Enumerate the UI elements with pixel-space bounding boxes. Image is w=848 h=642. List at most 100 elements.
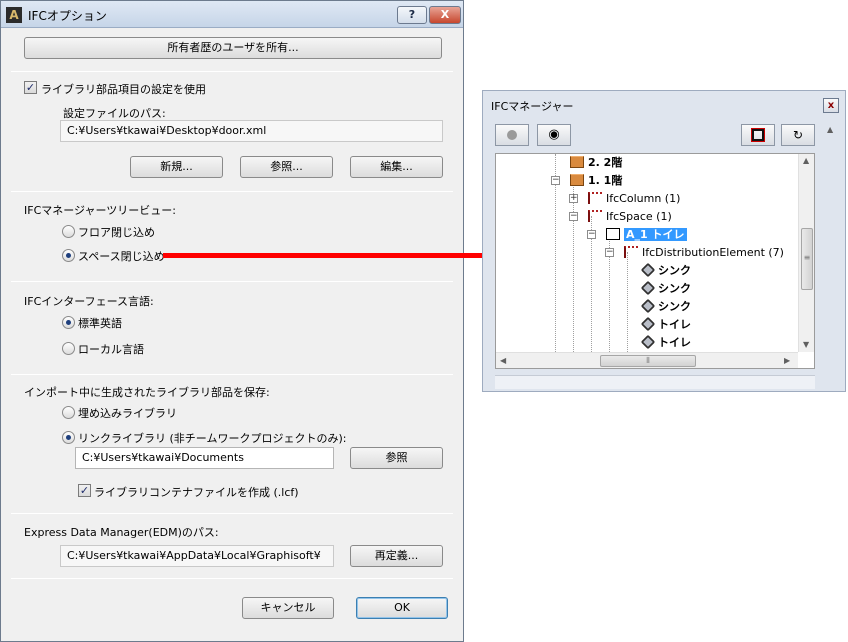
space-containment-radio[interactable] [62, 249, 75, 262]
object-icon [640, 334, 656, 350]
tree-node-sink[interactable]: シンク [640, 298, 691, 316]
divider [11, 513, 453, 514]
library-settings-checkbox[interactable]: ✓ [24, 81, 37, 94]
vertical-scrollbar[interactable]: ▲ ≡ ▼ [798, 154, 814, 352]
tree-node-toilet[interactable]: トイレ [640, 316, 691, 334]
container-file-checkbox[interactable]: ✓ [78, 484, 91, 497]
tree-node-label: トイレ [658, 336, 691, 349]
edm-path-field[interactable]: C:¥Users¥tkawai¥AppData¥Local¥Graphisoft… [60, 545, 334, 567]
selection-frame-icon [752, 129, 764, 141]
eye-icon: ◉ [548, 127, 560, 142]
collapse-icon[interactable]: − [551, 176, 560, 185]
zone-icon [606, 228, 620, 240]
object-icon [640, 262, 656, 278]
select-elements-button[interactable] [741, 124, 775, 146]
embedded-library-radio[interactable] [62, 406, 75, 419]
tree-node-ifcdistribution[interactable]: IfcDistributionElement (7) [624, 244, 784, 262]
scroll-left-icon[interactable]: ◀ [500, 356, 506, 365]
refresh-button[interactable]: ↻ [781, 124, 815, 146]
tree-node-space-a1[interactable]: A_1 トイレ [606, 226, 687, 244]
title-bar[interactable]: A IFCオプション ? X [1, 1, 463, 28]
divider [11, 71, 453, 72]
redefine-button[interactable]: 再定義... [350, 545, 443, 567]
object-icon [640, 280, 656, 296]
scroll-up-icon[interactable]: ▲ [803, 156, 809, 165]
tree-node-label: トイレ [658, 318, 691, 331]
panel-scroll-up-icon[interactable]: ▲ [827, 125, 833, 134]
story-icon [570, 174, 584, 186]
tree-node-label: 2. 2階 [588, 156, 623, 169]
edit-button[interactable]: 編集... [350, 156, 443, 178]
library-settings-label: ライブラリ部品項目の設定を使用 [41, 83, 206, 96]
tree-node-ifccolumn[interactable]: IfcColumn (1) [588, 190, 680, 208]
owner-history-button[interactable]: 所有者歴のユーザを所有... [24, 37, 442, 59]
tree-node-ifcspace[interactable]: IfcSpace (1) [588, 208, 672, 226]
new-button[interactable]: 新規... [130, 156, 223, 178]
circle-icon [507, 130, 517, 140]
story-icon [570, 156, 584, 168]
view-button[interactable]: ◉ [537, 124, 571, 146]
tree-node-floor-2[interactable]: 2. 2階 [570, 154, 622, 172]
tree-node-label: シンク [658, 282, 691, 295]
tree-node-label: 1. 1階 [588, 174, 623, 187]
standard-english-radio[interactable] [62, 316, 75, 329]
cancel-button[interactable]: キャンセル [242, 597, 334, 619]
tree-view-label: IFCマネージャーツリービュー: [24, 204, 176, 217]
settings-path-label: 設定ファイルのパス: [63, 107, 166, 120]
panel-footer [495, 375, 815, 389]
ifc-entity-icon [624, 246, 638, 258]
import-save-label: インポート中に生成されたライブラリ部品を保存: [24, 386, 270, 399]
tree-node-label: IfcSpace (1) [606, 210, 672, 223]
browse-settings-button[interactable]: 参照... [240, 156, 333, 178]
record-button[interactable] [495, 124, 529, 146]
tree-guide-line [573, 180, 574, 352]
refresh-icon: ↻ [792, 128, 804, 142]
floor-containment-radio[interactable] [62, 225, 75, 238]
linked-library-radio[interactable] [62, 431, 75, 444]
collapse-icon[interactable]: − [569, 212, 578, 221]
browse-library-button[interactable]: 参照 [350, 447, 443, 469]
object-icon [640, 298, 656, 314]
horizontal-scrollbar[interactable]: ◀ ⦀ ▶ [496, 352, 798, 368]
divider [11, 374, 453, 375]
archicad-logo-icon: A [6, 7, 22, 23]
tree-node-label: IfcDistributionElement (7) [642, 246, 784, 259]
local-language-radio[interactable] [62, 342, 75, 355]
space-containment-label: スペース閉じ込め [78, 250, 165, 263]
scroll-thumb[interactable]: ⦀ [600, 355, 696, 367]
embedded-library-label: 埋め込みライブラリ [78, 407, 177, 420]
settings-path-field[interactable]: C:¥Users¥tkawai¥Desktop¥door.xml [60, 120, 443, 142]
ok-button[interactable]: OK [356, 597, 448, 619]
container-file-label: ライブラリコンテナファイルを作成 (.lcf) [94, 486, 299, 499]
library-path-field[interactable]: C:¥Users¥tkawai¥Documents [75, 447, 334, 469]
close-button[interactable]: X [429, 6, 461, 24]
help-button[interactable]: ? [397, 6, 427, 24]
interface-language-label: IFCインターフェース言語: [24, 295, 154, 308]
panel-close-button[interactable]: x [823, 98, 839, 113]
tree-node-label: A_1 トイレ [624, 228, 687, 241]
ifc-entity-icon [588, 210, 602, 222]
local-language-label: ローカル言語 [78, 343, 144, 356]
ifc-tree[interactable]: 2. 2階 − 1. 1階 + IfcColumn (1) − IfcSpace… [495, 153, 815, 369]
floor-containment-label: フロア閉じ込め [78, 226, 155, 239]
ifc-options-dialog: A IFCオプション ? X 所有者歴のユーザを所有... ✓ ライブラリ部品項… [0, 0, 464, 642]
expand-icon[interactable]: + [569, 194, 578, 203]
scroll-down-icon[interactable]: ▼ [803, 340, 809, 349]
linked-library-label: リンクライブラリ (非チームワークプロジェクトのみ): [78, 432, 347, 445]
dialog-title: IFCオプション [28, 9, 107, 23]
tree-node-floor-1[interactable]: 1. 1階 [570, 172, 622, 190]
scroll-thumb[interactable]: ≡ [801, 228, 813, 290]
scroll-right-icon[interactable]: ▶ [784, 356, 790, 365]
ifc-manager-panel: IFCマネージャー x ◉ ↻ ▲ 2. 2階 − 1. 1階 + IfcCol… [482, 90, 846, 392]
tree-node-label: シンク [658, 300, 691, 313]
object-icon [640, 316, 656, 332]
collapse-icon[interactable]: − [605, 248, 614, 257]
tree-guide-line [627, 252, 628, 352]
collapse-icon[interactable]: − [587, 230, 596, 239]
tree-node-sink[interactable]: シンク [640, 262, 691, 280]
tree-node-sink[interactable]: シンク [640, 280, 691, 298]
ifc-entity-icon [588, 192, 602, 204]
panel-title: IFCマネージャー [491, 100, 574, 113]
divider [11, 281, 453, 282]
tree-node-toilet[interactable]: トイレ [640, 334, 691, 352]
